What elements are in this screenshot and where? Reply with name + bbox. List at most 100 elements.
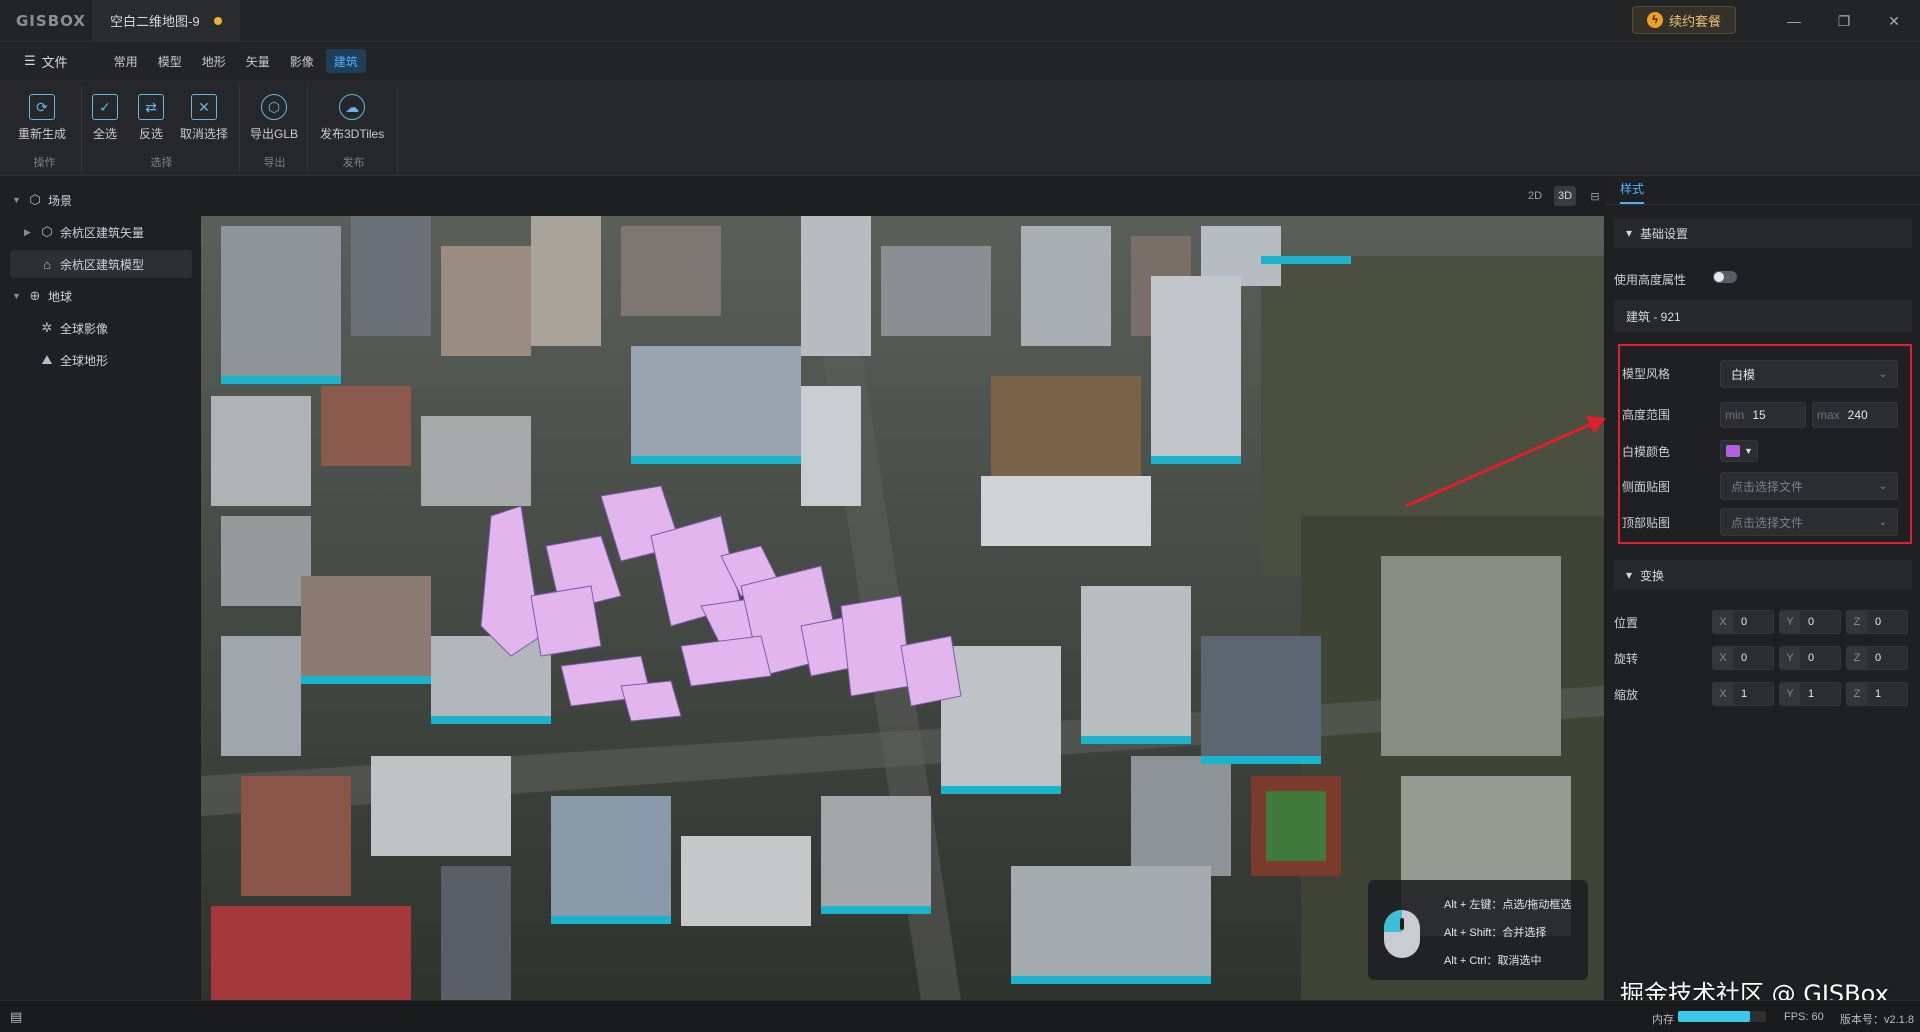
- tree-node-scene[interactable]: ▼ ⬡ 场景: [12, 186, 72, 214]
- scale-y-input[interactable]: Y1: [1779, 682, 1841, 706]
- tab-divider: [1606, 204, 1920, 205]
- tree-node-scene-label: 场景: [48, 193, 73, 208]
- chevron-down-icon: ▾: [1626, 226, 1633, 240]
- menu-building[interactable]: 建筑: [325, 49, 366, 73]
- side-texture-select[interactable]: 点击选择文件 ⌄: [1720, 472, 1898, 500]
- transform-header[interactable]: ▾ 变换: [1614, 560, 1912, 590]
- rotation-label: 旋转: [1614, 652, 1639, 666]
- menu-model[interactable]: 模型: [150, 49, 190, 73]
- top-texture-placeholder: 点击选择文件: [1731, 515, 1804, 530]
- toggle-knob: [1714, 272, 1724, 282]
- position-z-input[interactable]: Z0: [1846, 610, 1908, 634]
- view-3d-button[interactable]: 3D: [1554, 186, 1576, 206]
- position-x-value: 0: [1741, 616, 1748, 628]
- fps-readout: FPS: 60: [1784, 1011, 1824, 1023]
- expand-caret-icon: ▼: [12, 195, 21, 205]
- rotation-y-value: 0: [1808, 652, 1815, 664]
- property-panel: 样式 ▾ 基础设置 使用高度属性 建筑 - 921 模型风格 白模 ⌄ 高度范围…: [1606, 176, 1920, 1000]
- minimize-icon[interactable]: —: [1771, 0, 1817, 42]
- menu-imagery[interactable]: 影像: [282, 49, 322, 73]
- invert-select-button[interactable]: ⇄ 反选: [138, 94, 164, 142]
- basic-settings-header[interactable]: ▾ 基础设置: [1614, 218, 1912, 248]
- globe-icon: ⊕: [29, 288, 41, 303]
- menu-terrain[interactable]: 地形: [194, 49, 234, 73]
- height-max-prefix: max: [1817, 408, 1840, 422]
- menu-common[interactable]: 常用: [106, 49, 146, 73]
- deselect-icon: ✕: [191, 94, 217, 120]
- memory-bar: [1678, 1011, 1766, 1022]
- scale-z-value: 1: [1875, 688, 1882, 700]
- bolt-icon: ϟ: [1646, 12, 1663, 28]
- scale-z-input[interactable]: Z1: [1846, 682, 1908, 706]
- ribbon-group-select: ✓ 全选 ⇄ 反选 ✕ 取消选择 选择: [84, 86, 240, 172]
- tree-node-globe-label: 地球: [48, 289, 73, 304]
- rotation-z-input[interactable]: Z0: [1846, 646, 1908, 670]
- view-2d-button[interactable]: 2D: [1524, 186, 1546, 206]
- file-menu-label: 文件: [41, 54, 68, 70]
- imagery-icon: ✲: [41, 320, 53, 335]
- height-max-value: 240: [1847, 408, 1868, 422]
- chevron-down-icon: ⌄: [1878, 480, 1887, 492]
- position-label: 位置: [1614, 616, 1639, 630]
- tree-item-global-imagery[interactable]: ✲ 全球影像: [40, 314, 108, 342]
- position-x-input[interactable]: X0: [1712, 610, 1774, 634]
- height-max-input[interactable]: max 240: [1812, 402, 1898, 428]
- axis-z-label: Z: [1847, 683, 1867, 705]
- memory-label: 内存: [1652, 1014, 1674, 1026]
- rotation-y-input[interactable]: Y0: [1779, 646, 1841, 670]
- axis-x-label: X: [1713, 647, 1733, 669]
- chevron-down-icon: ⌄: [1878, 516, 1887, 528]
- file-menu[interactable]: ☰ 文件: [14, 52, 78, 71]
- document-tab[interactable]: 空白二维地图-9: [92, 0, 240, 42]
- position-y-value: 0: [1808, 616, 1815, 628]
- top-texture-label: 顶部贴图: [1622, 516, 1671, 530]
- renew-plan-button[interactable]: ϟ 续约套餐: [1632, 6, 1736, 34]
- use-height-toggle[interactable]: [1713, 271, 1737, 283]
- model-style-value: 白模: [1731, 367, 1756, 382]
- height-min-input[interactable]: min 15: [1720, 402, 1806, 428]
- shortcut-hint-panel: Alt + 左键：点选/拖动框选 Alt + Shift：合并选择 Alt + …: [1368, 880, 1588, 980]
- collapse-caret-icon: ▶: [24, 226, 31, 237]
- side-texture-label: 侧面贴图: [1622, 480, 1671, 494]
- tree-item-building-vector[interactable]: ▶ ⬡ 余杭区建筑矢量: [24, 218, 144, 246]
- basic-settings-title: 基础设置: [1640, 226, 1689, 241]
- building-info-bar: 建筑 - 921: [1614, 300, 1912, 332]
- tree-item-building-model[interactable]: ⌂ 余杭区建筑模型: [10, 250, 192, 278]
- regenerate-button[interactable]: ⟳ 重新生成: [18, 94, 66, 142]
- publish-3dtiles-button[interactable]: ☁ 发布3DTiles: [320, 94, 384, 142]
- scale-y-value: 1: [1808, 688, 1815, 700]
- document-tab-label: 空白二维地图-9: [110, 14, 200, 29]
- invert-select-icon: ⇄: [138, 94, 164, 120]
- restore-icon[interactable]: ❐: [1821, 0, 1867, 42]
- tree-node-globe[interactable]: ▼ ⊕ 地球: [12, 282, 72, 310]
- white-color-picker[interactable]: ▼: [1720, 440, 1758, 462]
- close-icon[interactable]: ✕: [1871, 0, 1917, 42]
- ribbon-caption-operate: 操作: [33, 157, 56, 169]
- select-all-button[interactable]: ✓ 全选: [92, 94, 118, 142]
- mouse-icon: [1384, 910, 1420, 958]
- split-view-icon[interactable]: ⊟: [1584, 186, 1606, 206]
- export-glb-icon: ⬡: [261, 94, 287, 120]
- rotation-x-input[interactable]: X0: [1712, 646, 1774, 670]
- position-y-input[interactable]: Y0: [1779, 610, 1841, 634]
- menu-vector[interactable]: 矢量: [238, 49, 278, 73]
- building-icon: ⌂: [43, 256, 51, 272]
- model-style-label: 模型风格: [1622, 367, 1671, 381]
- scale-x-input[interactable]: X1: [1712, 682, 1774, 706]
- select-all-icon: ✓: [92, 94, 118, 120]
- regenerate-label: 重新生成: [18, 127, 67, 141]
- chevron-down-icon: ⌄: [1878, 368, 1887, 380]
- height-range-label: 高度范围: [1622, 408, 1671, 422]
- export-glb-button[interactable]: ⬡ 导出GLB: [250, 94, 298, 142]
- rotation-x-value: 0: [1741, 652, 1748, 664]
- tree-item-global-terrain[interactable]: ⛰ 全球地形: [40, 346, 108, 374]
- deselect-button[interactable]: ✕ 取消选择: [180, 94, 228, 142]
- model-style-select[interactable]: 白模 ⌄: [1720, 360, 1898, 388]
- axis-y-label: Y: [1780, 647, 1800, 669]
- view-mode-toolbar: 2D 3D ⊟: [1524, 186, 1606, 206]
- tab-style[interactable]: 样式: [1620, 180, 1645, 204]
- axis-z-label: Z: [1847, 611, 1867, 633]
- top-texture-select[interactable]: 点击选择文件 ⌄: [1720, 508, 1898, 536]
- log-icon[interactable]: ▤: [10, 1009, 22, 1025]
- use-height-label: 使用高度属性: [1614, 273, 1687, 287]
